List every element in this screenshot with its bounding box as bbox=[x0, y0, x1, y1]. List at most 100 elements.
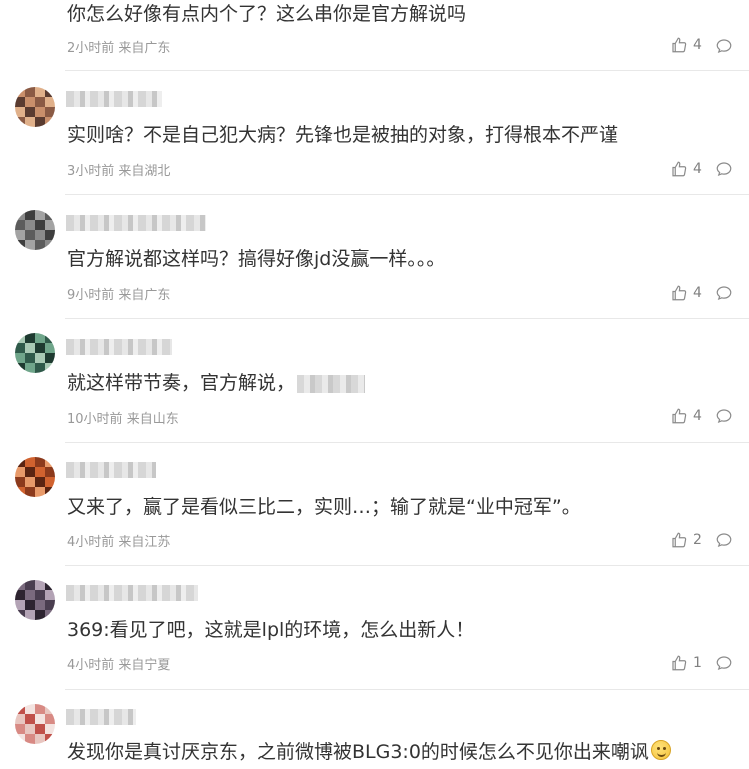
comment-location: 来自宁夏 bbox=[118, 658, 171, 673]
like-count: 4 bbox=[693, 408, 702, 424]
avatar-pixel bbox=[45, 734, 55, 744]
comment-text: 官方解说都这样吗？搞得好像jd没赢一样。。。 bbox=[67, 248, 446, 270]
like-count: 4 bbox=[693, 161, 702, 177]
avatar-pixel bbox=[15, 333, 25, 343]
avatar-pixel bbox=[45, 240, 55, 250]
avatar-pixel bbox=[25, 363, 35, 373]
avatar[interactable] bbox=[15, 87, 55, 127]
comment-bubble-icon[interactable] bbox=[715, 654, 733, 672]
avatar-pixel bbox=[25, 107, 35, 117]
avatar-pixel bbox=[15, 704, 25, 714]
avatar-pixel bbox=[45, 107, 55, 117]
avatar-pixel bbox=[35, 600, 45, 610]
avatar-pixel bbox=[25, 353, 35, 363]
like-count: 4 bbox=[693, 37, 702, 53]
avatar-pixel bbox=[35, 467, 45, 477]
avatar-pixel bbox=[15, 220, 25, 230]
thumbs-up-icon bbox=[672, 532, 687, 548]
comment-text-body: 发现你是真讨厌京东，之前微博被BLG3:0的时候怎么不见你出来嘲讽 bbox=[67, 741, 649, 763]
avatar-pixel bbox=[25, 117, 35, 127]
avatar-pixel bbox=[15, 117, 25, 127]
avatar-pixel bbox=[15, 724, 25, 734]
avatar-pixel bbox=[25, 724, 35, 734]
comment-location: 来自江苏 bbox=[118, 535, 171, 550]
avatar[interactable] bbox=[15, 457, 55, 497]
avatar-pixel bbox=[45, 590, 55, 600]
avatar-pixel bbox=[35, 724, 45, 734]
avatar-pixel bbox=[15, 457, 25, 467]
avatar-pixel bbox=[35, 487, 45, 497]
username-blurred[interactable] bbox=[66, 215, 206, 231]
avatar-pixel bbox=[35, 117, 45, 127]
avatar-pixel bbox=[45, 333, 55, 343]
avatar-pixel bbox=[25, 240, 35, 250]
like-count: 1 bbox=[693, 655, 702, 671]
like-button[interactable]: 4 bbox=[670, 36, 702, 54]
like-count: 2 bbox=[693, 532, 702, 548]
avatar-pixel bbox=[35, 107, 45, 117]
avatar-pixel bbox=[25, 467, 35, 477]
avatar[interactable] bbox=[15, 580, 55, 620]
like-button[interactable]: 4 bbox=[670, 160, 702, 178]
blurred-mention[interactable] bbox=[297, 374, 366, 393]
avatar-pixel bbox=[25, 210, 35, 220]
comment-meta: 4小时前 来自江苏 bbox=[67, 531, 170, 550]
comment-bubble-icon[interactable] bbox=[715, 37, 733, 55]
comment-bubble-icon[interactable] bbox=[715, 531, 733, 549]
username-blurred[interactable] bbox=[66, 585, 198, 601]
username-blurred[interactable] bbox=[66, 709, 136, 725]
like-count: 4 bbox=[693, 285, 702, 301]
avatar-pixel bbox=[15, 363, 25, 373]
comment-time: 4小时前 bbox=[67, 535, 115, 550]
avatar-pixel bbox=[15, 590, 25, 600]
username-blurred[interactable] bbox=[66, 91, 162, 107]
avatar-pixel bbox=[35, 610, 45, 620]
divider bbox=[65, 70, 749, 71]
comment-text: 又来了，赢了是看似三比二，实则…；输了就是“业中冠军”。 bbox=[67, 496, 581, 518]
avatar-pixel bbox=[45, 210, 55, 220]
comment-bubble-icon[interactable] bbox=[715, 160, 733, 178]
avatar-pixel bbox=[35, 590, 45, 600]
username-blurred[interactable] bbox=[66, 339, 172, 355]
avatar-pixel bbox=[25, 487, 35, 497]
comment-time: 10小时前 bbox=[67, 412, 123, 427]
smiley-emoji-icon bbox=[650, 740, 671, 760]
avatar-pixel bbox=[35, 87, 45, 97]
avatar-pixel bbox=[35, 363, 45, 373]
comment-meta: 10小时前 来自山东 bbox=[67, 408, 179, 427]
divider bbox=[65, 194, 749, 195]
avatar-pixel bbox=[15, 87, 25, 97]
avatar-pixel bbox=[25, 704, 35, 714]
avatar-pixel bbox=[15, 353, 25, 363]
like-button[interactable]: 4 bbox=[670, 284, 702, 302]
avatar[interactable] bbox=[15, 333, 55, 373]
comment-location: 来自广东 bbox=[118, 41, 171, 56]
username-blurred[interactable] bbox=[66, 462, 156, 478]
avatar-pixel bbox=[45, 230, 55, 240]
like-button[interactable]: 4 bbox=[670, 407, 702, 425]
avatar[interactable] bbox=[15, 704, 55, 744]
avatar-pixel bbox=[35, 343, 45, 353]
avatar-pixel bbox=[35, 240, 45, 250]
avatar-pixel bbox=[45, 343, 55, 353]
comment-bubble-icon[interactable] bbox=[715, 284, 733, 302]
avatar-pixel bbox=[25, 580, 35, 590]
avatar-pixel bbox=[35, 580, 45, 590]
avatar-pixel bbox=[15, 487, 25, 497]
avatar-pixel bbox=[45, 220, 55, 230]
avatar[interactable] bbox=[15, 210, 55, 250]
avatar-pixel bbox=[45, 600, 55, 610]
avatar-pixel bbox=[45, 467, 55, 477]
like-button[interactable]: 1 bbox=[670, 654, 702, 672]
comment-text: 369:看见了吧，这就是lpl的环境，怎么出新人！ bbox=[67, 619, 475, 641]
avatar-pixel bbox=[25, 477, 35, 487]
avatar-pixel bbox=[15, 210, 25, 220]
avatar-pixel bbox=[35, 210, 45, 220]
avatar-pixel bbox=[25, 230, 35, 240]
avatar-pixel bbox=[25, 220, 35, 230]
avatar-pixel bbox=[15, 600, 25, 610]
avatar-pixel bbox=[25, 457, 35, 467]
comment-bubble-icon[interactable] bbox=[715, 407, 733, 425]
like-button[interactable]: 2 bbox=[670, 531, 702, 549]
avatar-pixel bbox=[15, 107, 25, 117]
